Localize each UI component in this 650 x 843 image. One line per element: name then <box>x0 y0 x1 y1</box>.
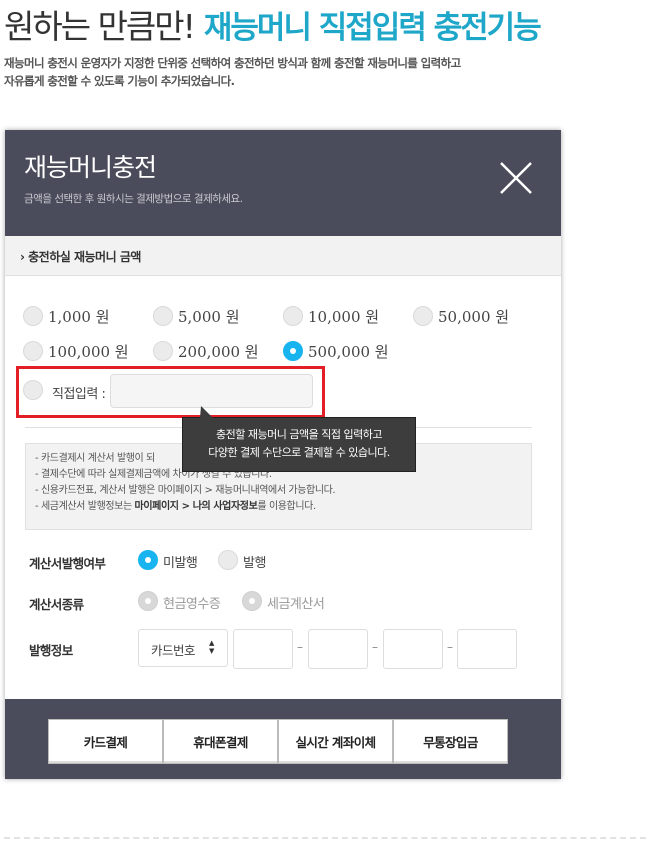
card-payment-button[interactable]: 카드결제 <box>48 719 163 764</box>
issue-number-field-4[interactable] <box>457 629 517 669</box>
issue-number-field-1[interactable] <box>233 629 293 669</box>
notice-text: - 카드결제시 계산서 발행이 되 <box>35 453 155 464</box>
amount-radio-10000[interactable] <box>283 306 303 326</box>
amount-label-100000[interactable]: 100,000 원 <box>48 341 129 362</box>
amount-label-1000[interactable]: 1,000 원 <box>48 306 110 327</box>
invoice-issue-yes-radio[interactable] <box>218 550 238 570</box>
issue-info-label: 발행정보 <box>29 643 73 658</box>
cash-receipt-radio[interactable] <box>138 591 158 611</box>
amount-radio-100000[interactable] <box>23 341 43 361</box>
amount-radio-50000[interactable] <box>413 306 433 326</box>
dash-separator: – <box>372 640 378 654</box>
notice-text: - 신용카드전표, 계산서 발행은 마이페이지 > 재능머니내역에서 가능합니다… <box>35 485 336 496</box>
cash-receipt-label[interactable]: 현금영수증 <box>163 593 221 612</box>
issue-type-select-value: 카드번호 <box>151 643 196 658</box>
bottom-divider <box>4 837 646 839</box>
amount-label-5000[interactable]: 5,000 원 <box>178 306 240 327</box>
tax-invoice-label[interactable]: 세금계산서 <box>267 593 325 612</box>
modal-header: 재능머니충전 금액을 선택한 후 원하시는 결제방법으로 결제하세요. <box>5 130 561 236</box>
issue-type-select[interactable]: 카드번호 ▲ ▼ <box>138 629 228 667</box>
charge-modal: 재능머니충전 금액을 선택한 후 원하시는 결제방법으로 결제하세요. › 충전… <box>5 130 561 779</box>
invoice-type-label: 계산서종류 <box>29 597 84 612</box>
invoice-issue-no-radio[interactable] <box>138 550 158 570</box>
modal-title: 재능머니충전 <box>24 153 157 182</box>
select-arrows-icon: ▲ ▼ <box>209 639 214 655</box>
issue-number-field-3[interactable] <box>383 629 443 669</box>
bank-transfer-button[interactable]: 실시간 계좌이체 <box>278 719 393 764</box>
direct-amount-input[interactable] <box>110 374 313 408</box>
notice-text: - 세금계산서 발행정보는 <box>35 501 135 512</box>
notice-link-text: 마이페이지 > 나의 사업자정보 <box>134 501 258 512</box>
intro-text: 재능머니 충전시 운영자가 지정한 단위중 선택하여 충전하던 방식과 함께 충… <box>4 54 604 90</box>
amount-radio-500000[interactable] <box>283 341 303 361</box>
close-icon[interactable] <box>498 160 534 196</box>
amount-label-50000[interactable]: 50,000 원 <box>438 306 509 327</box>
section-label: › 충전하실 재능머니 금액 <box>20 248 141 265</box>
tooltip-line-1: 충전할 재능머니 금액을 직접 입력하고 <box>216 428 382 441</box>
invoice-issue-label: 계산서발행여부 <box>29 556 106 571</box>
amount-radio-5000[interactable] <box>153 306 173 326</box>
intro-line-1: 재능머니 충전시 운영자가 지정한 단위중 선택하여 충전하던 방식과 함께 충… <box>4 56 461 70</box>
invoice-issue-no-label[interactable]: 미발행 <box>163 552 198 571</box>
mobile-payment-button[interactable]: 휴대폰결제 <box>163 719 278 764</box>
tooltip-arrow <box>200 406 213 418</box>
amount-label-200000[interactable]: 200,000 원 <box>178 341 259 362</box>
amount-label-10000[interactable]: 10,000 원 <box>308 306 379 327</box>
dash-separator: – <box>297 640 303 654</box>
amount-section-bar: › 충전하실 재능머니 금액 <box>5 236 561 276</box>
tooltip-line-2: 다양한 결제 수단으로 결제할 수 있습니다. <box>208 446 390 459</box>
intro-line-2: 자유롭게 충전할 수 있도록 기능이 추가되었습니다. <box>4 74 235 88</box>
issue-number-field-2[interactable] <box>308 629 368 669</box>
dash-separator: – <box>447 640 453 654</box>
deposit-payment-button[interactable]: 무통장입금 <box>393 719 508 764</box>
notice-line: - 신용카드전표, 계산서 발행은 마이페이지 > 재능머니내역에서 가능합니다… <box>35 483 522 499</box>
direct-input-tooltip: 충전할 재능머니 금액을 직접 입력하고 다양한 결제 수단으로 결제할 수 있… <box>182 417 416 472</box>
page-headline: 원하는 만큼만! 재능머니 직접입력 충전기능 <box>4 0 542 46</box>
headline-light: 원하는 만큼만! <box>4 7 196 46</box>
modal-subtitle: 금액을 선택한 후 원하시는 결제방법으로 결제하세요. <box>24 193 243 205</box>
amount-radio-direct[interactable] <box>23 380 43 400</box>
amount-radio-200000[interactable] <box>153 341 173 361</box>
invoice-issue-yes-label[interactable]: 발행 <box>243 552 266 571</box>
section-label-text: 충전하실 재능머니 금액 <box>28 250 141 264</box>
chevron-right-icon: › <box>20 250 25 264</box>
amount-radio-1000[interactable] <box>23 306 43 326</box>
notice-line: - 세금계산서 발행정보는 마이페이지 > 나의 사업자정보를 이용합니다. <box>35 499 522 515</box>
tax-invoice-radio[interactable] <box>242 591 262 611</box>
notice-text: 를 이용합니다. <box>257 501 316 512</box>
direct-input-label: 직접입력 : <box>52 387 106 402</box>
headline-strong: 재능머니 직접입력 충전기능 <box>203 10 542 46</box>
amount-label-500000[interactable]: 500,000 원 <box>308 341 389 362</box>
